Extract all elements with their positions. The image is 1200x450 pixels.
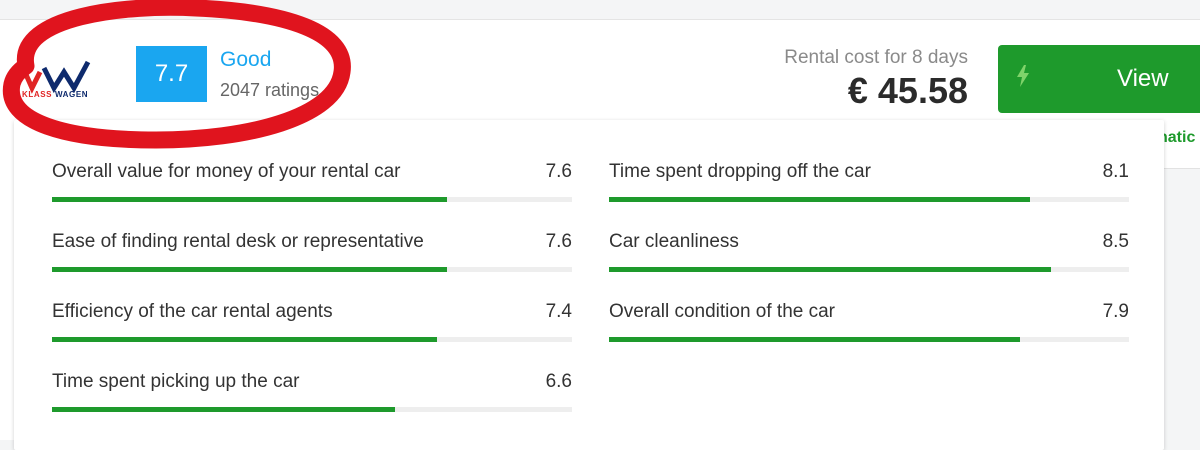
metric-bar-fill — [52, 267, 447, 272]
metric-bar-track — [52, 197, 572, 202]
metric-value: 7.9 — [1102, 301, 1129, 322]
metric-label: Car cleanliness — [609, 231, 739, 252]
metric-bar-track — [52, 337, 572, 342]
metric-bar-track — [52, 407, 572, 412]
rating-metric-row: Overall condition of the car 7.9 — [609, 301, 1129, 351]
metric-value: 7.6 — [545, 161, 572, 182]
metric-bar-track — [609, 197, 1129, 202]
metric-bar-track — [609, 337, 1129, 342]
metric-label: Time spent picking up the car — [52, 371, 300, 392]
panel-edge — [0, 168, 14, 440]
metric-value: 8.1 — [1102, 161, 1129, 182]
rental-cost-label: Rental cost for 8 days — [784, 47, 968, 68]
view-button-label: View — [1117, 65, 1169, 92]
rental-cost-value: € 45.58 — [847, 70, 968, 111]
rating-metric-row: Overall value for money of your rental c… — [52, 161, 572, 211]
metric-label: Overall value for money of your rental c… — [52, 161, 401, 182]
metric-bar-fill — [52, 197, 447, 202]
metric-bar-fill — [609, 267, 1051, 272]
metric-label: Ease of finding rental desk or represent… — [52, 231, 424, 252]
metric-label: Efficiency of the car rental agents — [52, 301, 333, 322]
rating-metric-row: Time spent picking up the car 6.6 — [52, 371, 572, 421]
metric-bar-track — [52, 267, 572, 272]
metric-value: 7.6 — [545, 231, 572, 252]
rating-metric-row: Time spent dropping off the car 8.1 — [609, 161, 1129, 211]
view-button[interactable]: View — [998, 45, 1200, 113]
metric-value: 7.4 — [545, 301, 572, 322]
red-highlight-circle — [2, 0, 351, 149]
lightning-bolt-icon — [1017, 65, 1029, 87]
metric-value: 6.6 — [545, 371, 572, 392]
rating-metric-row: Efficiency of the car rental agents 7.4 — [52, 301, 572, 351]
metric-value: 8.5 — [1102, 231, 1129, 252]
metric-bar-fill — [52, 407, 395, 412]
metric-bar-fill — [609, 197, 1030, 202]
metric-bar-fill — [609, 337, 1020, 342]
metric-bar-track — [609, 267, 1129, 272]
rating-metric-row: Ease of finding rental desk or represent… — [52, 231, 572, 281]
metric-bar-fill — [52, 337, 437, 342]
metric-label: Overall condition of the car — [609, 301, 836, 322]
rating-metric-row: Car cleanliness 8.5 — [609, 231, 1129, 281]
metric-label: Time spent dropping off the car — [609, 161, 871, 182]
